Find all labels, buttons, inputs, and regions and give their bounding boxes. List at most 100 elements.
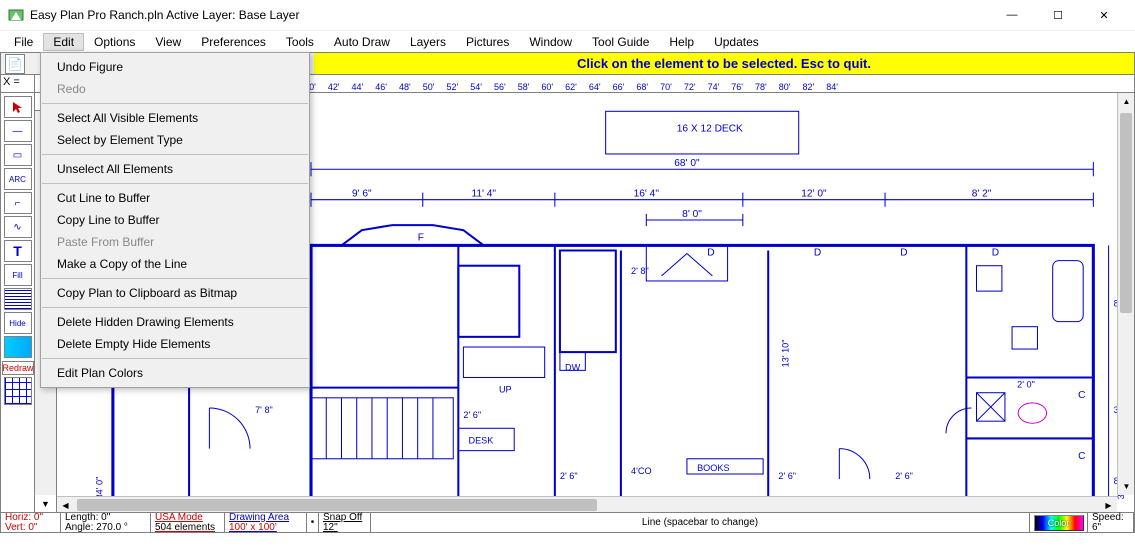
svg-text:16' 4": 16' 4" [634, 189, 660, 200]
ruler-tick: 68' [636, 82, 648, 92]
grid-button[interactable] [4, 377, 32, 405]
svg-text:F: F [418, 232, 424, 243]
edit-menu-redo: Redo [41, 78, 309, 100]
status-horiz-vert: Horiz: 0"Vert: 0" [1, 513, 61, 532]
ruler-tick: 52' [446, 82, 458, 92]
menu-preferences[interactable]: Preferences [191, 33, 276, 51]
ruler-tick: 54' [470, 82, 482, 92]
menu-pictures[interactable]: Pictures [456, 33, 519, 51]
menu-file[interactable]: File [4, 33, 43, 51]
edit-menu-select-by-element-type[interactable]: Select by Element Type [41, 129, 309, 151]
menu-help[interactable]: Help [659, 33, 704, 51]
status-speed: Speed:6" [1088, 513, 1134, 532]
close-button[interactable]: ✕ [1081, 0, 1127, 30]
menu-updates[interactable]: Updates [704, 33, 769, 51]
polyline-tool-button[interactable]: ⌐ [4, 192, 32, 214]
folder-tool-button[interactable]: ▭ [4, 144, 32, 166]
menu-separator [42, 183, 308, 184]
status-color[interactable]: Color [1030, 513, 1088, 532]
pointer-tool-button[interactable] [4, 96, 32, 118]
edit-menu-unselect-all-elements[interactable]: Unselect All Elements [41, 158, 309, 180]
menu-separator [42, 278, 308, 279]
svg-text:D: D [814, 248, 821, 259]
svg-text:8' 0": 8' 0" [682, 209, 702, 220]
status-snap[interactable]: Snap Off12" [319, 513, 371, 532]
menu-auto-draw[interactable]: Auto Draw [324, 33, 400, 51]
fill-tool-button[interactable]: Fill [4, 264, 32, 286]
svg-text:4'CO: 4'CO [631, 466, 652, 476]
hint-banner: Click on the element to be selected. Esc… [314, 53, 1134, 75]
hatch-tool-button[interactable] [4, 288, 32, 310]
edit-menu-paste-from-buffer: Paste From Buffer [41, 231, 309, 253]
status-length-angle: Length: 0"Angle: 270.0 ° [61, 513, 151, 532]
ruler-tick: 74' [708, 82, 720, 92]
ruler-tick: 66' [613, 82, 625, 92]
edit-menu-make-a-copy-of-the-line[interactable]: Make a Copy of the Line [41, 253, 309, 275]
curve-tool-button[interactable]: ∿ [4, 216, 32, 238]
menu-edit[interactable]: Edit [43, 33, 84, 51]
menu-separator [42, 103, 308, 104]
maximize-button[interactable]: ☐ [1035, 0, 1081, 30]
redraw-button[interactable]: Redraw [2, 361, 34, 375]
edit-menu-delete-empty-hide-elements[interactable]: Delete Empty Hide Elements [41, 333, 309, 355]
ruler-tick: 44' [352, 82, 364, 92]
svg-text:UP: UP [499, 385, 512, 395]
edit-menu-dropdown: Undo FigureRedo Select All Visible Elemen… [40, 52, 310, 388]
svg-text:7' 8": 7' 8" [255, 405, 273, 415]
minimize-button[interactable]: — [989, 0, 1035, 30]
ruler-tick: 46' [375, 82, 387, 92]
zoom-out-button[interactable]: ▼ [35, 495, 56, 513]
ruler-tick: 76' [731, 82, 743, 92]
svg-text:11' 4": 11' 4" [471, 189, 496, 200]
status-area-toggle[interactable]: • [307, 513, 319, 532]
edit-menu-undo-figure[interactable]: Undo Figure [41, 56, 309, 78]
ruler-tick: 78' [755, 82, 767, 92]
ruler-tick: 82' [803, 82, 815, 92]
text-tool-button[interactable]: T [4, 240, 32, 262]
ruler-tick: 70' [660, 82, 672, 92]
status-drawing-area[interactable]: Drawing Area100' x 100' [225, 513, 307, 532]
svg-text:C: C [1078, 451, 1085, 462]
svg-text:13' 10": 13' 10" [781, 340, 791, 368]
edit-menu-select-all-visible-elements[interactable]: Select All Visible Elements [41, 107, 309, 129]
status-usa-mode[interactable]: USA Mode504 elements [151, 513, 225, 532]
hide-tool-button[interactable]: Hide [4, 312, 32, 334]
x-coord-label: X = [1, 75, 35, 92]
new-file-button[interactable]: 📄 [5, 54, 25, 74]
svg-text:2' 8": 2' 8" [631, 266, 649, 276]
ruler-tick: 50' [423, 82, 435, 92]
svg-text:2' 6": 2' 6" [895, 471, 913, 481]
svg-text:BOOKS: BOOKS [697, 463, 729, 473]
edit-menu-cut-line-to-buffer[interactable]: Cut Line to Buffer [41, 187, 309, 209]
status-mode: Line (spacebar to change) [371, 513, 1030, 532]
menu-view[interactable]: View [145, 33, 191, 51]
edit-menu-copy-line-to-buffer[interactable]: Copy Line to Buffer [41, 209, 309, 231]
menu-tool-guide[interactable]: Tool Guide [582, 33, 659, 51]
titlebar: Easy Plan Pro Ranch.pln Active Layer: Ba… [0, 0, 1135, 30]
line-tool-button[interactable]: — [4, 120, 32, 142]
ruler-tick: 58' [518, 82, 530, 92]
menu-tools[interactable]: Tools [276, 33, 324, 51]
svg-text:2' 6": 2' 6" [463, 410, 481, 420]
ruler-tick: 72' [684, 82, 696, 92]
vertical-scrollbar[interactable]: ▲ ▼ [1117, 93, 1134, 495]
svg-text:2' 6": 2' 6" [560, 471, 578, 481]
status-bar: Horiz: 0"Vert: 0" Length: 0"Angle: 270.0… [1, 512, 1134, 532]
arc-tool-button[interactable]: ARC [4, 168, 32, 190]
left-toolbox: — ▭ ARC ⌐ ∿ T Fill Hide Redraw [1, 93, 35, 513]
edit-menu-edit-plan-colors[interactable]: Edit Plan Colors [41, 362, 309, 384]
menu-options[interactable]: Options [84, 33, 145, 51]
ruler-tick: 84' [826, 82, 838, 92]
app-icon [8, 7, 24, 23]
paint-tool-button[interactable] [4, 336, 32, 358]
menu-separator [42, 307, 308, 308]
menu-window[interactable]: Window [519, 33, 582, 51]
svg-text:9' 6": 9' 6" [352, 189, 372, 200]
svg-text:2' 0": 2' 0" [1017, 380, 1035, 390]
ruler-tick: 62' [565, 82, 577, 92]
svg-text:12' 0": 12' 0" [801, 189, 827, 200]
menu-layers[interactable]: Layers [400, 33, 456, 51]
horizontal-scrollbar[interactable]: ◀ ▶ [57, 496, 1117, 513]
edit-menu-delete-hidden-drawing-elements[interactable]: Delete Hidden Drawing Elements [41, 311, 309, 333]
edit-menu-copy-plan-to-clipboard-as-bitmap[interactable]: Copy Plan to Clipboard as Bitmap [41, 282, 309, 304]
